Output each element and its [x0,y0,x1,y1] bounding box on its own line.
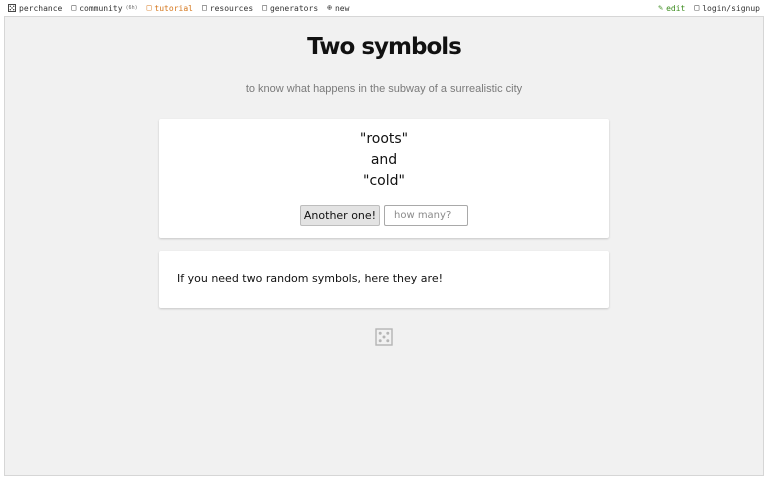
pencil-icon: ✎ [658,3,664,12]
plus-circle-icon: ⊕ [327,3,332,12]
output-symbol-2: "cold" [363,173,405,189]
nav-generators[interactable]: □ generators [262,4,318,13]
page-title: Two symbols [307,34,462,60]
nav-right-group: ✎ edit □ login/signup [658,4,760,13]
nav-perchance-label: perchance [19,3,63,13]
chat-icon: □ [71,3,77,12]
nav-resources-label: resources [209,3,254,13]
nav-login-label: login/signup [702,3,760,13]
info-card: If you need two random symbols, here the… [159,251,609,308]
book-icon: □ [146,3,152,12]
nav-resources[interactable]: □ resources [202,4,253,13]
nav-edit[interactable]: ✎ edit [658,4,685,13]
how-many-input[interactable] [384,205,468,226]
info-text: If you need two random symbols, here the… [177,272,443,285]
nav-edit-label: edit [666,3,686,13]
nav-tutorial-label: tutorial [154,3,193,13]
generators-icon: □ [262,3,267,12]
nav-tutorial[interactable]: □ tutorial [147,4,193,13]
nav-login[interactable]: □ login/signup [694,4,760,13]
output-symbol-1: "roots" [359,131,409,147]
nav-perchance[interactable]: perchance [8,4,62,13]
page-subtitle: to know what happens in the subway of a … [245,83,523,95]
resources-icon: □ [201,3,207,12]
nav-community-label: community [79,3,123,13]
dice-icon [8,4,16,12]
community-count-badge: (6h) [125,5,138,11]
top-nav-bar: perchance □ community (6h) □ tutorial □ … [0,0,768,16]
nav-new[interactable]: ⊕ new [327,4,349,13]
output-connector: and [370,152,398,168]
nav-new-label: new [334,3,350,13]
another-one-button[interactable]: Another one! [300,205,380,226]
user-icon: □ [694,3,700,12]
dice-logo-icon[interactable] [375,328,393,346]
nav-left-group: perchance □ community (6h) □ tutorial □ … [8,4,349,13]
output-card: "roots" and "cold" Another one! [159,119,609,238]
nav-community[interactable]: □ community (6h) [71,4,137,13]
nav-generators-label: generators [269,3,319,13]
